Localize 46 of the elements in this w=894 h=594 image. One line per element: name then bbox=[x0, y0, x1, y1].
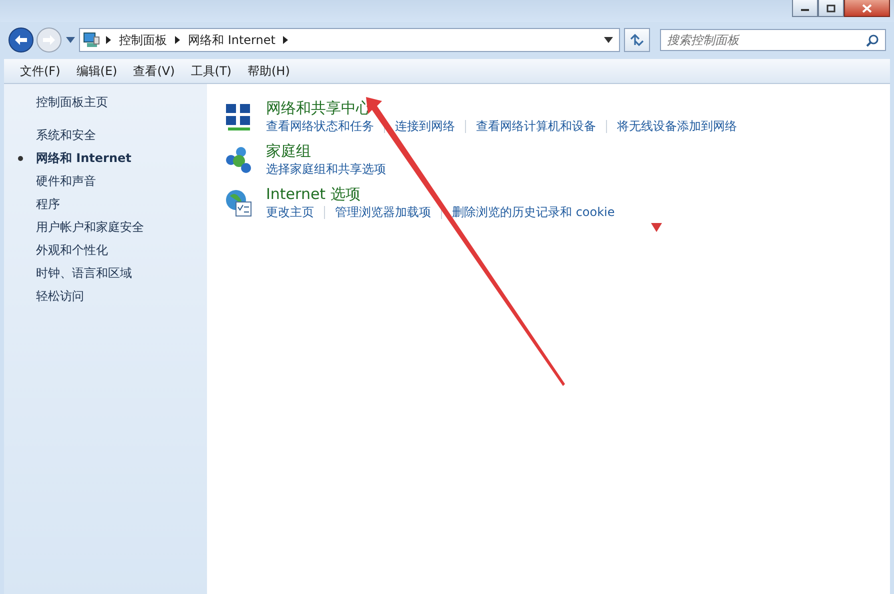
category-title[interactable]: Internet 选项 bbox=[266, 184, 615, 204]
sidebar-link[interactable]: 控制面板主页 bbox=[36, 94, 207, 111]
breadcrumb-item[interactable]: 网络和 Internet bbox=[188, 32, 276, 48]
annotation-triangle-icon bbox=[651, 223, 662, 232]
chevron-icon[interactable] bbox=[283, 36, 288, 44]
sidebar-item[interactable]: 外观和个性化 bbox=[36, 242, 108, 258]
chevron-icon[interactable] bbox=[106, 36, 111, 44]
search-field[interactable]: 搜索控制面板 bbox=[660, 29, 886, 51]
task-link[interactable]: 删除浏览的历史记录和 cookie bbox=[452, 204, 615, 220]
menu-item[interactable]: 文件(F) bbox=[12, 60, 68, 82]
control-panel-icon bbox=[82, 31, 100, 49]
task-link[interactable]: 选择家庭组和共享选项 bbox=[266, 161, 386, 177]
maximize-icon bbox=[826, 4, 836, 12]
task-link[interactable]: 管理浏览器加载项 bbox=[335, 204, 431, 220]
chevron-icon[interactable] bbox=[175, 36, 180, 44]
task-link[interactable]: 连接到网络 bbox=[395, 118, 455, 134]
menu-item[interactable]: 帮助(H) bbox=[240, 60, 298, 82]
refresh-button[interactable] bbox=[624, 28, 650, 52]
menu-item[interactable]: 编辑(E) bbox=[68, 60, 126, 82]
dropdown-caret-icon[interactable] bbox=[604, 37, 613, 43]
task-link[interactable]: 查看网络计算机和设备 bbox=[476, 118, 596, 134]
internet-icon bbox=[224, 188, 254, 218]
search-icon[interactable] bbox=[866, 34, 879, 47]
homegroup-icon bbox=[224, 145, 254, 175]
breadcrumb-item[interactable]: 控制面板 bbox=[119, 32, 167, 48]
sidebar-item[interactable]: 用户帐户和家庭安全 bbox=[36, 219, 144, 235]
close-icon bbox=[862, 4, 872, 12]
minimize-button[interactable] bbox=[792, 0, 818, 17]
bullet-icon bbox=[18, 156, 23, 160]
close-button[interactable] bbox=[844, 0, 890, 17]
address-bar[interactable]: 控制面板 网络和 Internet bbox=[79, 28, 620, 52]
category-title[interactable]: 家庭组 bbox=[266, 141, 386, 161]
sidebar-item[interactable]: 轻松访问 bbox=[36, 288, 84, 304]
task-link[interactable]: 查看网络状态和任务 bbox=[266, 118, 374, 134]
menu-item[interactable]: 查看(V) bbox=[125, 60, 183, 82]
back-button[interactable] bbox=[8, 27, 34, 53]
sidebar-item[interactable]: 硬件和声音 bbox=[36, 173, 96, 189]
refresh-icon bbox=[629, 33, 645, 47]
maximize-button[interactable] bbox=[818, 0, 844, 17]
sidebar-item[interactable]: 程序 bbox=[36, 196, 60, 212]
sidebar-item[interactable]: 系统和安全 bbox=[36, 127, 96, 143]
menu-item[interactable]: 工具(T) bbox=[182, 60, 240, 82]
task-link[interactable]: 将无线设备添加到网络 bbox=[617, 118, 737, 134]
sidebar-item[interactable]: 网络和 Internet bbox=[36, 150, 132, 166]
sidebar-item[interactable]: 时钟、语言和区域 bbox=[36, 265, 132, 281]
task-link[interactable]: 更改主页 bbox=[266, 204, 314, 220]
